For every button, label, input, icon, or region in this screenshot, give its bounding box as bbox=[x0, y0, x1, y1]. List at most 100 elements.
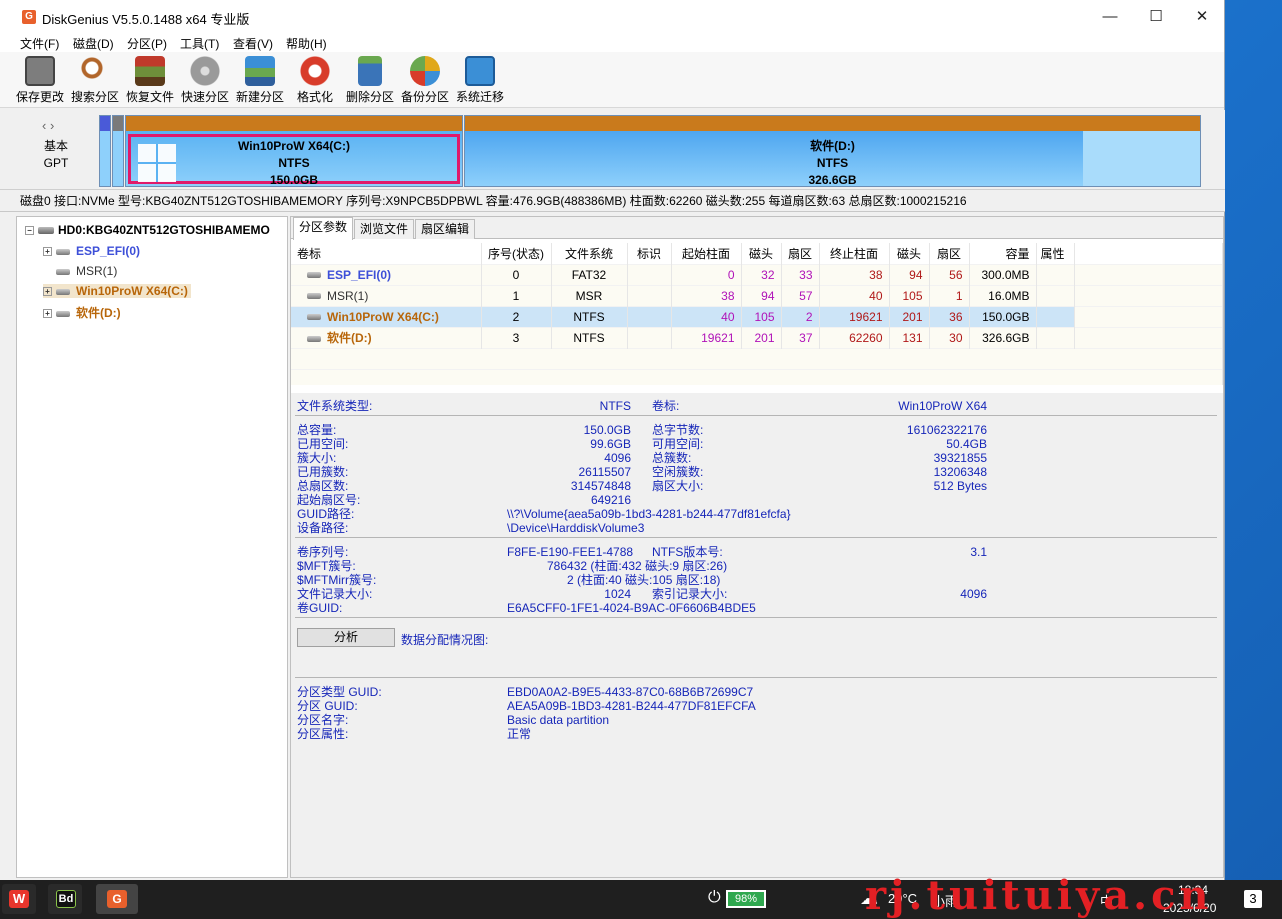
cell-end-sector: 1 bbox=[929, 284, 970, 306]
menu-disk[interactable]: 磁盘(D) bbox=[73, 35, 114, 52]
partition-icon bbox=[56, 288, 70, 295]
label-mftmirr: $MFTMirr簇号: bbox=[297, 573, 377, 587]
system-migration-button[interactable]: 系统迁移 bbox=[452, 56, 508, 105]
segment-d[interactable]: 软件(D:) NTFS 326.6GB bbox=[464, 115, 1201, 187]
bd-app-icon[interactable]: Bd bbox=[48, 884, 82, 914]
tree-item-label: 软件(D:) bbox=[76, 306, 121, 320]
col-id[interactable]: 标识 bbox=[627, 243, 672, 264]
label-record-size: 文件记录大小: bbox=[297, 587, 373, 601]
backup-partition-button[interactable]: 备份分区 bbox=[397, 56, 453, 105]
tree-root[interactable]: − HD0:KBG40ZNT512GTOSHIBAMEMO bbox=[25, 223, 270, 237]
segment-esp[interactable] bbox=[99, 115, 111, 187]
format-icon bbox=[300, 56, 330, 86]
value-partition-type-guid: EBD0A0A2-B9E5-4433-87C0-68B6B72699C7 bbox=[507, 685, 754, 699]
table-row[interactable]: 软件(D:) 3 NTFS 19621 201 37 62260 131 30 … bbox=[291, 326, 1223, 348]
disk-type-line2: GPT bbox=[43, 156, 69, 170]
new-partition-button[interactable]: 新建分区 bbox=[232, 56, 288, 105]
cell-fs: NTFS bbox=[551, 326, 628, 348]
expand-icon[interactable]: + bbox=[43, 247, 52, 257]
tab-bar: 分区参数 浏览文件 扇区编辑 bbox=[291, 217, 1223, 240]
expand-icon[interactable]: + bbox=[43, 287, 52, 297]
tree-item-msr[interactable]: MSR(1) bbox=[43, 264, 117, 278]
expand-icon[interactable]: + bbox=[43, 309, 52, 319]
col-capacity[interactable]: 容量 bbox=[969, 243, 1037, 264]
menu-help[interactable]: 帮助(H) bbox=[286, 35, 327, 52]
tab-sector-edit[interactable]: 扇区编辑 bbox=[415, 219, 476, 239]
cell-start-cyl: 0 bbox=[671, 263, 742, 285]
tool-label: 搜索分区 bbox=[70, 90, 119, 104]
cell-end-cyl: 38 bbox=[819, 263, 890, 285]
analyze-button[interactable]: 分析 bbox=[297, 628, 395, 647]
search-partition-button[interactable]: 搜索分区 bbox=[67, 56, 123, 105]
power-plug-icon[interactable]: ⏻ bbox=[708, 889, 721, 907]
minimize-button[interactable]: — bbox=[1087, 0, 1133, 34]
partition-icon bbox=[307, 314, 321, 321]
col-end-cyl[interactable]: 终止柱面 bbox=[819, 243, 890, 264]
cell-index: 1 bbox=[481, 284, 552, 306]
cell-start-cyl: 19621 bbox=[671, 326, 742, 348]
segment-c[interactable]: Win10ProW X64(C:) NTFS 150.0GB bbox=[125, 115, 463, 187]
col-attr[interactable]: 属性 bbox=[1036, 243, 1075, 264]
cell-end-sector: 30 bbox=[929, 326, 970, 348]
tab-partition-params[interactable]: 分区参数 bbox=[293, 217, 354, 240]
new-partition-icon bbox=[245, 56, 275, 86]
segment-msr[interactable] bbox=[112, 115, 124, 187]
recover-files-button[interactable]: 恢复文件 bbox=[122, 56, 178, 105]
disk-type-label: 基本 GPT bbox=[18, 138, 94, 172]
menu-view[interactable]: 查看(V) bbox=[233, 35, 273, 52]
quick-partition-button[interactable]: 快速分区 bbox=[177, 56, 233, 105]
partition-table: 卷标 序号(状态) 文件系统 标识 起始柱面 磁头 扇区 终止柱面 磁头 扇区 … bbox=[291, 243, 1223, 385]
disk-type-line1: 基本 bbox=[43, 139, 68, 153]
col-start-cyl[interactable]: 起始柱面 bbox=[671, 243, 742, 264]
search-icon bbox=[80, 56, 110, 86]
close-button[interactable]: ✕ bbox=[1179, 0, 1225, 34]
col-end-sector[interactable]: 扇区 bbox=[929, 243, 970, 264]
table-header-row: 卷标 序号(状态) 文件系统 标识 起始柱面 磁头 扇区 终止柱面 磁头 扇区 … bbox=[291, 243, 1223, 264]
value-cluster: 4096 bbox=[604, 451, 631, 465]
save-changes-button[interactable]: 保存更改 bbox=[12, 56, 68, 105]
label-total: 总容量: bbox=[297, 423, 337, 437]
format-button[interactable]: 格式化 bbox=[287, 56, 343, 105]
tool-label: 备份分区 bbox=[400, 90, 449, 104]
maximize-button[interactable]: ☐ bbox=[1133, 0, 1179, 34]
label-start-sector: 起始扇区号: bbox=[297, 493, 361, 507]
cell-name: Win10ProW X64(C:) bbox=[327, 309, 439, 324]
nav-arrows-icon[interactable]: ‹ › bbox=[42, 118, 54, 133]
tree-root-label: HD0:KBG40ZNT512GTOSHIBAMEMO bbox=[58, 223, 270, 237]
tree-item-esp[interactable]: + ESP_EFI(0) bbox=[43, 244, 140, 258]
cell-index: 0 bbox=[481, 263, 552, 285]
table-row[interactable]: MSR(1) 1 MSR 38 94 57 40 105 1 16.0MB bbox=[291, 284, 1223, 306]
value-partition-guid: AEA5A09B-1BD3-4281-B244-477DF81EFCFA bbox=[507, 699, 756, 713]
value-volume-guid: E6A5CFF0-1FE1-4024-B9AC-0F6606B4BDE5 bbox=[507, 601, 756, 615]
migrate-icon bbox=[465, 56, 495, 86]
toolbar: 保存更改 搜索分区 恢复文件 快速分区 新建分区 格式化 删除分区 备份分区 系… bbox=[0, 52, 1224, 108]
delete-partition-button[interactable]: 删除分区 bbox=[342, 56, 398, 105]
collapse-icon[interactable]: − bbox=[25, 226, 34, 236]
tree-item-label: MSR(1) bbox=[76, 264, 118, 278]
cell-start-sector: 33 bbox=[781, 263, 820, 285]
col-label[interactable]: 卷标 bbox=[291, 243, 482, 264]
col-start-head[interactable]: 磁头 bbox=[741, 243, 782, 264]
tab-browse-files[interactable]: 浏览文件 bbox=[354, 219, 415, 239]
col-index[interactable]: 序号(状态) bbox=[481, 243, 552, 264]
tree-item-c[interactable]: + Win10ProW X64(C:) bbox=[43, 284, 191, 298]
menu-file[interactable]: 文件(F) bbox=[20, 35, 59, 52]
value-ntfs-version: 3.1 bbox=[970, 545, 987, 559]
cell-capacity: 326.6GB bbox=[969, 326, 1037, 348]
tree-item-d[interactable]: + 软件(D:) bbox=[43, 304, 121, 321]
col-fs[interactable]: 文件系统 bbox=[551, 243, 628, 264]
value-sectors: 314574848 bbox=[570, 479, 631, 493]
wps-app-icon[interactable]: W bbox=[2, 884, 36, 914]
notification-count[interactable]: 3 bbox=[1244, 890, 1262, 908]
battery-indicator[interactable]: 98% bbox=[726, 890, 766, 908]
cell-start-head: 201 bbox=[741, 326, 782, 348]
table-row-selected[interactable]: Win10ProW X64(C:) 2 NTFS 40 105 2 19621 … bbox=[291, 305, 1223, 327]
diskgenius-taskbar-icon[interactable]: G bbox=[96, 884, 138, 914]
col-end-head[interactable]: 磁头 bbox=[889, 243, 930, 264]
menu-partition[interactable]: 分区(P) bbox=[127, 35, 167, 52]
table-row[interactable]: ESP_EFI(0) 0 FAT32 0 32 33 38 94 56 300.… bbox=[291, 263, 1223, 285]
col-start-sector[interactable]: 扇区 bbox=[781, 243, 820, 264]
menu-tools[interactable]: 工具(T) bbox=[180, 35, 219, 52]
right-panel: 分区参数 浏览文件 扇区编辑 卷标 序号(状态) 文件系统 标识 起始柱面 磁头… bbox=[290, 216, 1224, 878]
value-volume: Win10ProW X64 bbox=[898, 399, 987, 413]
